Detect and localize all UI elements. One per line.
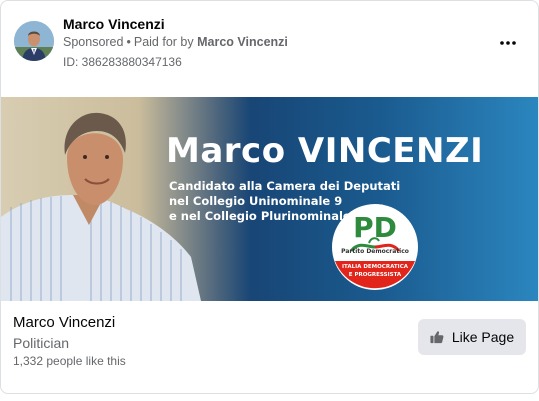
ad-id: ID: 386283880347136 <box>63 55 182 69</box>
party-logo-letters-text: PD <box>353 211 397 244</box>
like-page-label: Like Page <box>451 329 515 345</box>
separator-dot: • <box>126 35 131 49</box>
paid-for-by-label: Paid for by <box>133 35 194 49</box>
banner-candidate-name: Marco VINCENZI <box>166 131 484 171</box>
more-options-button[interactable] <box>496 31 520 51</box>
avatar-portrait <box>14 21 54 61</box>
party-ribbon-line-2: E PROGRESSISTA <box>348 272 402 278</box>
more-horizontal-icon <box>500 41 516 45</box>
sponsored-line: Sponsored • Paid for by Marco Vincenzi <box>63 35 288 49</box>
sponsored-label: Sponsored <box>63 35 124 49</box>
party-name-text: Partito Democratico <box>341 248 409 255</box>
page-category: Politician <box>13 335 70 351</box>
ad-banner-image[interactable]: Marco VINCENZI Candidato alla Camera dei… <box>1 97 538 301</box>
payer-name[interactable]: Marco Vincenzi <box>197 35 288 49</box>
banner-subtitle-line: Candidato alla Camera dei Deputati <box>169 179 401 193</box>
party-logo-letters: PD <box>331 213 419 243</box>
page-name[interactable]: Marco Vincenzi <box>13 314 115 331</box>
page-likes-count: 1,332 people like this <box>13 354 126 368</box>
ad-card: Marco Vincenzi Sponsored • Paid for by Mar… <box>0 0 539 394</box>
like-page-button[interactable]: Like Page <box>418 319 526 355</box>
advertiser-avatar[interactable] <box>14 21 54 61</box>
advertiser-name[interactable]: Marco Vincenzi <box>63 16 165 32</box>
ad-header: Marco Vincenzi Sponsored • Paid for by Mar… <box>1 1 538 97</box>
page-info: Marco Vincenzi Politician 1,332 people l… <box>1 301 538 393</box>
party-logo: PD Partito Democratico ITALIA DEMOCRATIC… <box>331 203 419 291</box>
party-ribbon-line-1: ITALIA DEMOCRATICA <box>341 264 408 270</box>
thumbs-up-icon <box>430 331 444 344</box>
